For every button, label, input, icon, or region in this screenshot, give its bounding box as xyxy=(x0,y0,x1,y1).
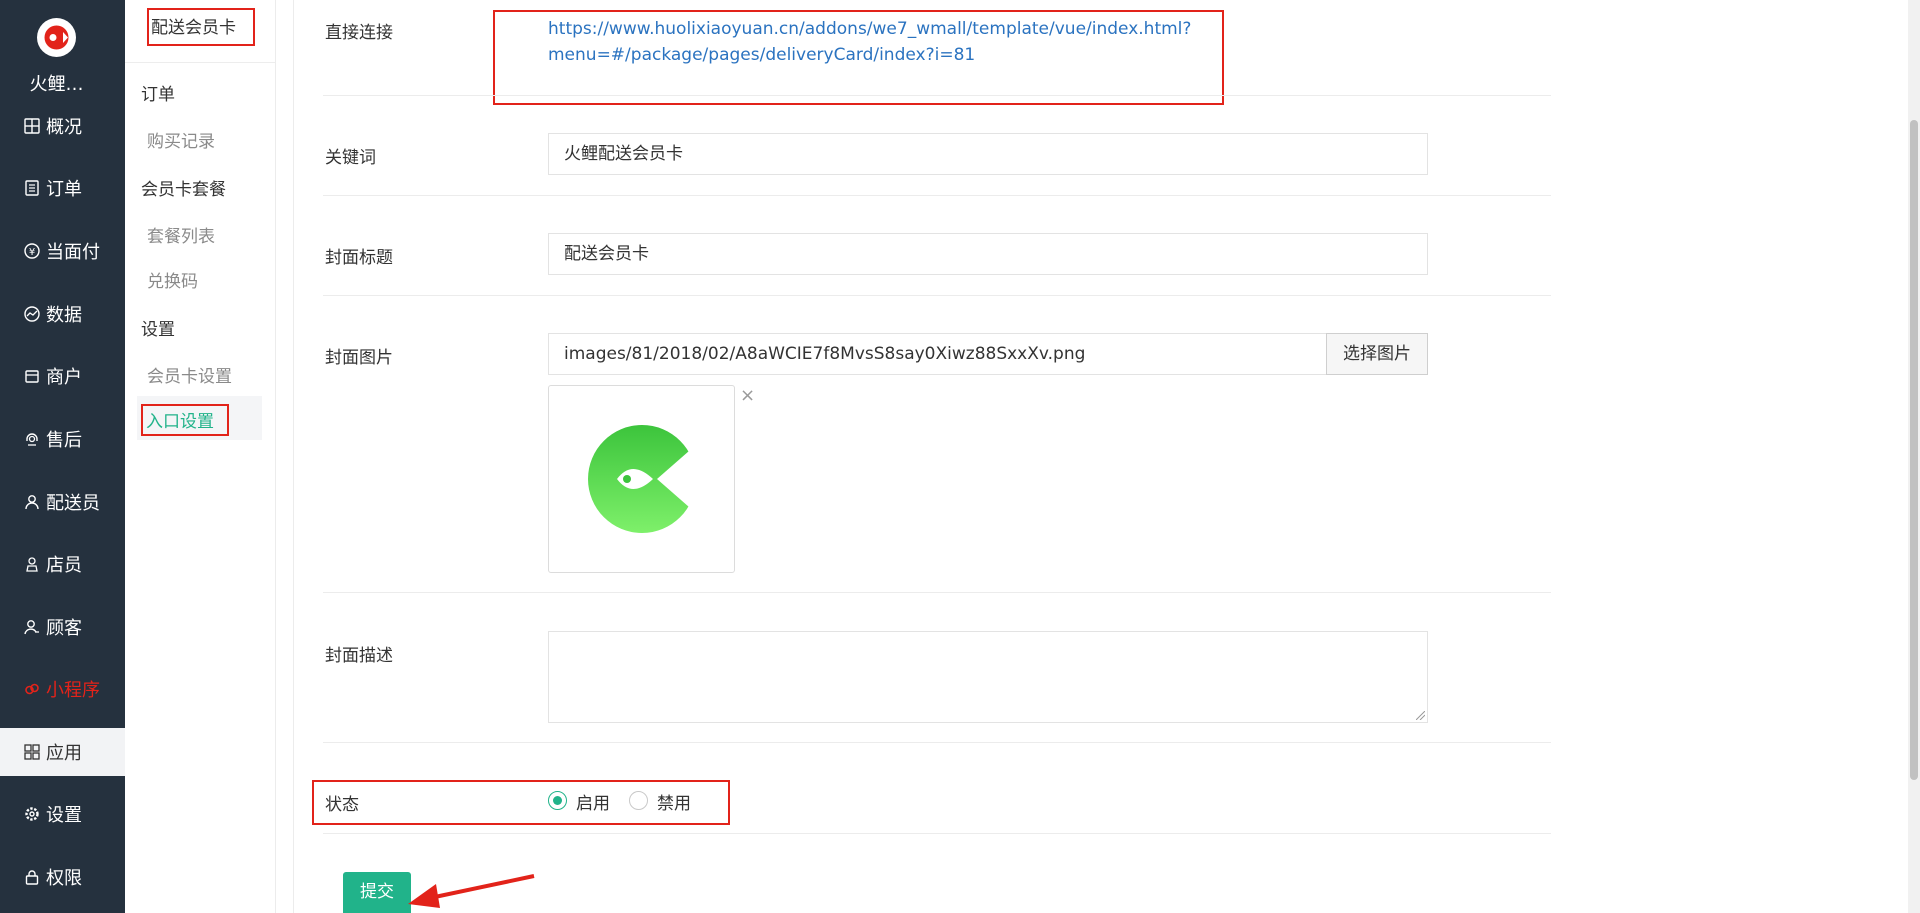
sidebar-item-label: 概况 xyxy=(46,117,82,138)
highlight-box-entry xyxy=(141,404,229,436)
chart-icon xyxy=(22,304,42,324)
sidebar-item-label: 店员 xyxy=(46,555,82,576)
cover-title-label: 封面标题 xyxy=(325,248,393,268)
customer-icon xyxy=(22,617,42,637)
cover-desc-textarea[interactable] xyxy=(548,631,1428,723)
sidebar-item-label: 小程序 xyxy=(46,680,100,701)
cover-image-preview xyxy=(548,385,735,573)
cover-image-path-input[interactable]: images/81/2018/02/A8aWCIE7f8MvsS8say0Xiw… xyxy=(548,333,1328,375)
sidebar-item-miniprogram[interactable]: 小程序 xyxy=(0,665,125,713)
divider xyxy=(323,95,1551,96)
submenu-link-purchase-records[interactable]: 购买记录 xyxy=(147,127,215,152)
direct-link-label: 直接连接 xyxy=(325,23,393,43)
yen-icon: ¥ xyxy=(22,241,42,261)
sidebar-item-label: 配送员 xyxy=(46,493,100,514)
sidebar-item-label: 设置 xyxy=(46,805,82,826)
dashboard-icon xyxy=(22,116,42,136)
sidebar-item-overview[interactable]: 概况 xyxy=(0,102,125,150)
divider xyxy=(323,195,1551,196)
scrollbar-thumb[interactable] xyxy=(1910,120,1918,780)
brand-name: 火鲤… xyxy=(29,74,84,95)
sidebar-item-label: 应用 xyxy=(46,743,82,764)
logo[interactable] xyxy=(37,18,76,57)
sidebar-item-merchant[interactable]: 商户 xyxy=(0,352,125,400)
store-icon xyxy=(22,366,42,386)
cover-title-input[interactable]: 配送会员卡 xyxy=(548,233,1428,275)
fish-logo-icon xyxy=(588,425,697,533)
sidebar-item-label: 数据 xyxy=(46,305,82,326)
page-scrollbar[interactable] xyxy=(1908,0,1920,913)
clerk-icon xyxy=(22,554,42,574)
highlight-box-status xyxy=(312,780,730,825)
sidebar-item-label: 商户 xyxy=(46,367,82,388)
main-sidebar: 火鲤… 概况 订单 ¥ 当面付 数据 商户 售后 配送员 店员 顾客 小程序 应… xyxy=(0,0,125,913)
remove-image-icon[interactable]: × xyxy=(740,385,755,406)
submenu-group-settings: 设置 xyxy=(141,320,175,340)
highlight-box-link xyxy=(493,10,1224,105)
submenu-link-package-list[interactable]: 套餐列表 xyxy=(147,222,215,247)
resize-grip-icon[interactable] xyxy=(1416,711,1425,720)
sidebar-item-label: 顾客 xyxy=(46,618,82,639)
highlight-box-title xyxy=(147,8,255,46)
submenu-group-orders: 订单 xyxy=(141,85,175,105)
sidebar-item-aftersale[interactable]: 售后 xyxy=(0,415,125,463)
sidebar-item-clerk[interactable]: 店员 xyxy=(0,540,125,588)
logo-icon xyxy=(44,25,69,50)
select-image-button[interactable]: 选择图片 xyxy=(1326,333,1428,375)
divider xyxy=(323,592,1551,593)
gear-icon xyxy=(22,804,42,824)
sidebar-item-apps[interactable]: 应用 xyxy=(0,728,125,776)
order-list-icon xyxy=(22,178,42,198)
sidebar-item-label: 订单 xyxy=(46,179,82,200)
sidebar-item-permissions[interactable]: 权限 xyxy=(0,853,125,901)
sidebar-item-label: 售后 xyxy=(46,430,82,451)
divider xyxy=(323,742,1551,743)
apps-icon xyxy=(22,742,42,762)
keyword-input[interactable]: 火鲤配送会员卡 xyxy=(548,133,1428,175)
sidebar-item-orders[interactable]: 订单 xyxy=(0,164,125,212)
miniprogram-icon xyxy=(22,679,42,699)
sidebar-item-label: 权限 xyxy=(46,868,82,889)
courier-icon xyxy=(22,492,42,512)
cover-desc-label: 封面描述 xyxy=(325,646,393,666)
sidebar-item-facepay[interactable]: ¥ 当面付 xyxy=(0,227,125,275)
sidebar-item-courier[interactable]: 配送员 xyxy=(0,478,125,526)
lock-icon xyxy=(22,867,42,887)
divider xyxy=(125,62,275,63)
headset-icon xyxy=(22,429,42,449)
sidebar-item-settings[interactable]: 设置 xyxy=(0,790,125,838)
content-border xyxy=(293,0,294,913)
sidebar-item-data[interactable]: 数据 xyxy=(0,290,125,338)
svg-text:¥: ¥ xyxy=(29,247,35,258)
sidebar-item-customer[interactable]: 顾客 xyxy=(0,603,125,651)
submenu-link-redeem-code[interactable]: 兑换码 xyxy=(147,267,198,292)
divider xyxy=(323,295,1551,296)
red-arrow-annotation xyxy=(408,874,535,908)
keyword-label: 关键词 xyxy=(325,148,376,168)
cover-image-label: 封面图片 xyxy=(325,348,393,368)
submenu-link-card-settings[interactable]: 会员卡设置 xyxy=(147,362,232,387)
sidebar-item-label: 当面付 xyxy=(46,242,100,263)
divider xyxy=(323,833,1551,834)
submenu-group-packages: 会员卡套餐 xyxy=(141,180,226,200)
secondary-menu: 配送会员卡 订单 购买记录 会员卡套餐 套餐列表 兑换码 设置 会员卡设置 入口… xyxy=(125,0,276,913)
